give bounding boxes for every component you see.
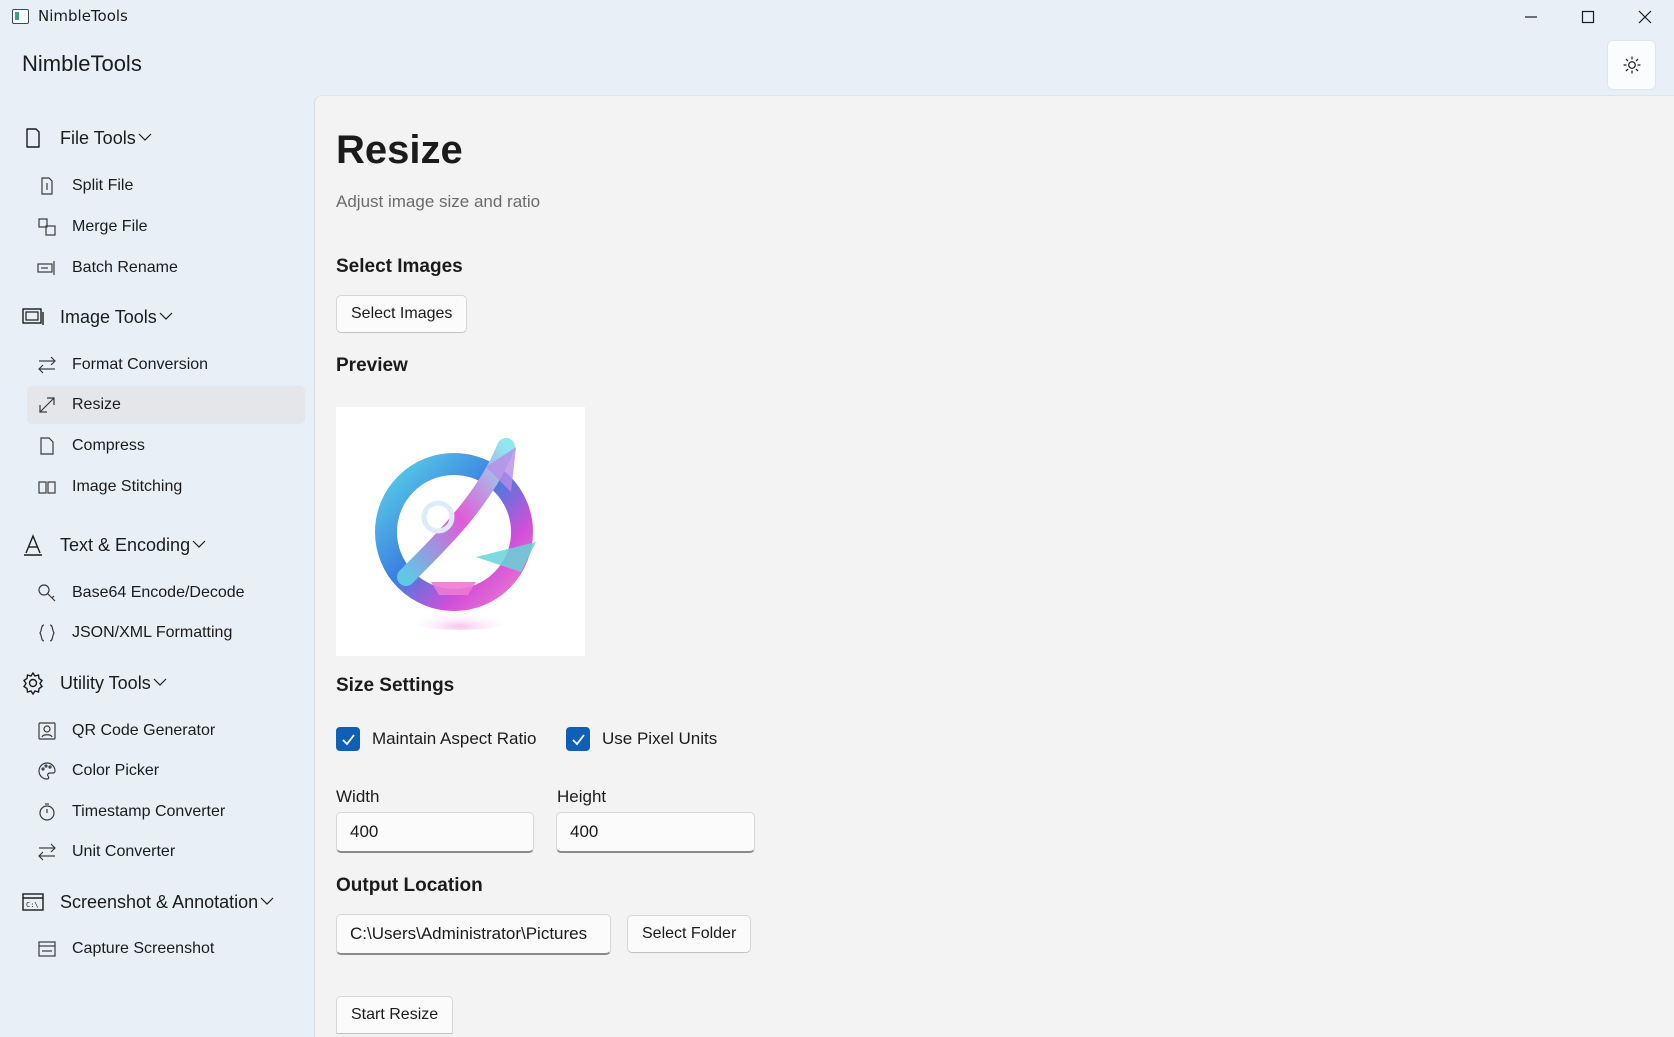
select-images-heading: Select Images	[336, 256, 463, 277]
braces-icon	[36, 622, 58, 644]
sidebar-item-label: Merge File	[72, 218, 148, 235]
split-file-icon	[36, 175, 58, 197]
abstract-3d-logo-image	[375, 438, 536, 630]
chevron-down-icon	[192, 540, 206, 548]
sidebar-item-label: Format Conversion	[72, 356, 209, 373]
stitch-icon	[36, 476, 58, 498]
width-label: Width	[336, 787, 380, 806]
window-title: NimbleTools	[38, 7, 128, 25]
category-screenshot-annotation[interactable]: C:\ Screenshot & Annotation	[20, 884, 274, 920]
sidebar-item-label: Capture Screenshot	[72, 940, 215, 957]
title-bar: NimbleTools	[0, 0, 1674, 34]
category-file-tools[interactable]: File Tools	[20, 120, 152, 156]
sidebar-item-label: Color Picker	[72, 762, 160, 779]
resize-icon	[36, 394, 58, 416]
page-subtitle: Adjust image size and ratio	[336, 192, 541, 211]
sidebar-item-capture-screenshot[interactable]: Capture Screenshot	[27, 930, 305, 968]
theme-toggle-button[interactable]	[1607, 40, 1656, 90]
merge-file-icon	[36, 216, 58, 238]
document-icon	[36, 435, 58, 457]
maximize-icon	[1581, 10, 1595, 24]
category-text-encoding[interactable]: Text & Encoding	[20, 527, 206, 563]
app-title: NimbleTools	[22, 51, 142, 76]
chevron-down-icon	[153, 678, 167, 686]
category-label: File Tools	[60, 127, 136, 148]
sidebar-item-image-stitching[interactable]: Image Stitching	[27, 468, 305, 506]
chevron-down-icon	[138, 133, 152, 141]
sidebar-item-label: Batch Rename	[72, 259, 178, 276]
palette-icon	[36, 760, 58, 782]
sidebar-item-json-xml[interactable]: JSON/XML Formatting	[27, 614, 305, 652]
category-utility-tools[interactable]: Utility Tools	[20, 665, 167, 701]
sidebar-item-base64[interactable]: Base64 Encode/Decode	[27, 574, 305, 612]
sidebar-item-label: Resize	[72, 396, 121, 413]
console-icon: C:\	[20, 889, 46, 915]
sidebar-item-label: Compress	[72, 437, 145, 454]
sidebar-item-timestamp-converter[interactable]: Timestamp Converter	[27, 793, 305, 831]
sidebar-item-batch-rename[interactable]: Batch Rename	[27, 249, 305, 287]
height-label: Height	[557, 787, 607, 806]
preview-heading: Preview	[336, 355, 408, 376]
sidebar-item-label: QR Code Generator	[72, 722, 216, 739]
select-folder-button[interactable]: Select Folder	[627, 915, 752, 953]
chevron-down-icon	[260, 897, 274, 905]
sidebar-item-label: JSON/XML Formatting	[72, 624, 233, 641]
sidebar-item-compress[interactable]: Compress	[27, 427, 305, 465]
swap-icon	[36, 841, 58, 863]
rename-icon	[36, 257, 58, 279]
start-resize-button[interactable]: Start Resize	[336, 996, 454, 1034]
output-path-input[interactable]: C:\Users\Administrator\Pictures	[336, 914, 611, 955]
sidebar-item-qr-code[interactable]: QR Code Generator	[27, 712, 305, 750]
checkbox-checked[interactable]	[336, 727, 360, 751]
app-icon	[12, 9, 29, 24]
maximize-button[interactable]	[1559, 0, 1617, 34]
category-image-tools[interactable]: Image Tools	[20, 299, 173, 335]
close-icon	[1638, 10, 1652, 24]
images-icon	[20, 304, 46, 330]
output-location-heading: Output Location	[336, 875, 483, 896]
preview-image	[336, 407, 585, 656]
key-icon	[36, 582, 58, 604]
swap-icon	[36, 354, 58, 376]
minimize-icon	[1525, 16, 1537, 18]
sidebar-item-label: Split File	[72, 177, 134, 194]
category-label: Utility Tools	[60, 672, 151, 693]
sun-icon	[1622, 56, 1641, 74]
sidebar-item-label: Image Stitching	[72, 478, 183, 495]
category-label: Screenshot & Annotation	[60, 891, 259, 912]
screenshot-icon	[36, 938, 58, 960]
sidebar-item-format-conversion[interactable]: Format Conversion	[27, 346, 305, 384]
width-input[interactable]: 400	[336, 812, 534, 853]
contact-icon	[36, 720, 58, 742]
font-icon	[20, 532, 46, 558]
chevron-down-icon	[159, 312, 173, 320]
close-button[interactable]	[1616, 0, 1674, 34]
category-label: Text & Encoding	[60, 534, 191, 555]
use-pixel-units-checkbox[interactable]: Use Pixel Units	[566, 727, 717, 751]
sidebar-item-resize[interactable]: Resize	[27, 386, 305, 424]
checkbox-label: Use Pixel Units	[602, 729, 718, 748]
select-images-button[interactable]: Select Images	[336, 295, 468, 333]
sidebar-item-label: Timestamp Converter	[72, 803, 226, 820]
sidebar-item-label: Unit Converter	[72, 843, 176, 860]
checkmark-icon	[341, 733, 355, 745]
checkbox-label: Maintain Aspect Ratio	[372, 729, 537, 748]
minimize-button[interactable]	[1502, 0, 1560, 34]
sidebar-item-label: Base64 Encode/Decode	[72, 584, 245, 601]
height-input[interactable]: 400	[556, 812, 755, 853]
gear-icon	[20, 670, 46, 696]
file-icon	[20, 125, 46, 151]
sidebar-item-unit-converter[interactable]: Unit Converter	[27, 833, 305, 871]
checkmark-icon	[571, 733, 585, 745]
sidebar-item-color-picker[interactable]: Color Picker	[27, 752, 305, 790]
timer-icon	[36, 801, 58, 823]
sidebar-item-split-file[interactable]: Split File	[27, 167, 305, 205]
svg-text:C:\: C:\	[26, 901, 39, 909]
maintain-aspect-ratio-checkbox[interactable]: Maintain Aspect Ratio	[336, 727, 536, 751]
category-label: Image Tools	[60, 306, 157, 327]
sidebar-item-merge-file[interactable]: Merge File	[27, 208, 305, 246]
checkbox-checked[interactable]	[566, 727, 590, 751]
size-settings-heading: Size Settings	[336, 675, 455, 696]
page-title: Resize	[336, 128, 463, 172]
